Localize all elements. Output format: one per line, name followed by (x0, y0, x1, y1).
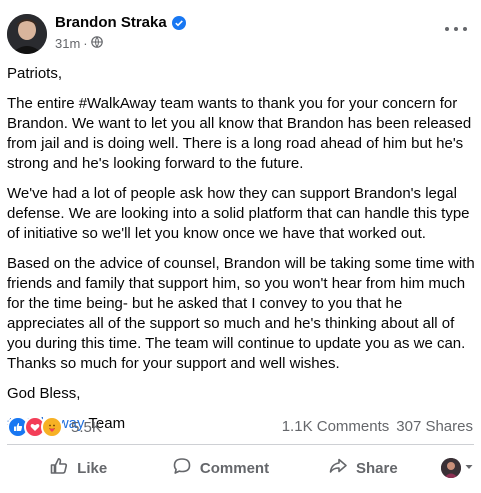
share-label: Share (355, 459, 398, 477)
comment-label: Comment (199, 459, 270, 477)
viewer-avatar (440, 458, 461, 478)
like-button[interactable]: Like (7, 456, 149, 480)
more-options-icon[interactable] (445, 22, 467, 36)
verified-badge-icon (171, 15, 186, 30)
post-timestamp[interactable]: 31m (55, 36, 80, 51)
separator-dot: · (83, 36, 88, 51)
divider (7, 444, 474, 445)
care-reaction-icon (41, 416, 63, 438)
speech-bubble-icon (172, 456, 192, 480)
author-name[interactable]: Brandon Straka (55, 14, 167, 31)
shares-count[interactable]: 307 Shares (396, 418, 473, 435)
action-bar: Like Comment Share (7, 450, 474, 486)
post-card: Brandon Straka 31m · Patriots, The entir… (0, 0, 481, 493)
like-label: Like (77, 459, 108, 477)
share-button[interactable]: Share (292, 456, 434, 480)
post-meta: 31m · (55, 36, 103, 51)
reactions-summary[interactable]: 5.5K (7, 416, 102, 438)
post-body: Patriots, The entire #WalkAway team want… (7, 64, 475, 444)
post-paragraph: Patriots, (7, 65, 63, 82)
audience-selector[interactable] (434, 458, 474, 478)
reaction-icons (7, 416, 63, 438)
post-paragraph: God Bless, (7, 385, 81, 402)
post-paragraph: Based on the advice of counsel, Brandon … (7, 255, 475, 372)
engagement-counts: 1.1K Comments 307 Shares (282, 418, 473, 435)
post-paragraph: The entire #WalkAway team wants to thank… (7, 95, 472, 172)
thumbs-up-icon (49, 456, 69, 480)
post-paragraph: We've had a lot of people ask how they c… (7, 185, 470, 242)
chevron-down-icon (464, 459, 474, 477)
author-avatar[interactable] (7, 14, 47, 54)
author-name-row: Brandon Straka (55, 14, 186, 31)
globe-icon[interactable] (90, 36, 103, 51)
share-arrow-icon (328, 456, 348, 480)
comment-button[interactable]: Comment (149, 456, 291, 480)
reactions-count[interactable]: 5.5K (71, 419, 102, 436)
comments-count[interactable]: 1.1K Comments (282, 418, 390, 435)
